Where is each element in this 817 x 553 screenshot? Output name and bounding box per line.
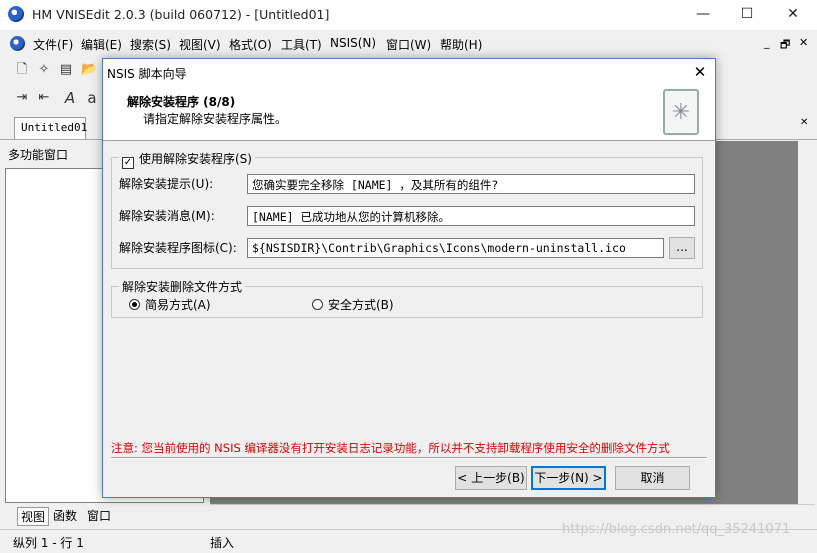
app-icon — [8, 6, 24, 22]
status-mode: 插入 — [210, 536, 235, 550]
mdi-doc-icon[interactable] — [10, 36, 25, 51]
radio-unselected-icon[interactable] — [312, 299, 323, 310]
prompt-label: 解除安装提示(U): — [119, 177, 214, 191]
radio-simple[interactable]: 简易方式(A) — [129, 296, 211, 313]
tab-close-icon[interactable]: ✕ — [800, 117, 808, 128]
next-button[interactable]: 下一步(N) > — [531, 466, 606, 490]
toolbar-format: ⇥ ⇤ A a — [0, 86, 102, 112]
indent-icon[interactable]: ⇥ — [14, 90, 30, 106]
mdi-minimize-button[interactable]: _ — [764, 36, 770, 49]
menu-edit[interactable]: 编辑(E) — [81, 36, 122, 53]
open-folder-icon[interactable]: 📂 — [81, 62, 97, 78]
template-icon[interactable]: ▤ — [58, 62, 74, 78]
menu-help[interactable]: 帮助(H) — [440, 36, 482, 53]
toolbar-standard: 🗋 ✧ ▤ 📂 — [0, 58, 102, 84]
checkbox-checked-icon[interactable]: ✓ — [122, 157, 134, 169]
vertical-scrollbar[interactable] — [798, 141, 815, 504]
panel-tab-view[interactable]: 视图 — [17, 507, 50, 526]
radio-safe-label: 安全方式(B) — [328, 298, 394, 312]
window-title: HM VNISEdit 2.0.3 (build 060712) - [Unti… — [32, 7, 330, 22]
wizard-icon[interactable]: ✧ — [36, 62, 52, 78]
step-subtitle: 请指定解除安装程序属性。 — [143, 112, 288, 126]
outdent-icon[interactable]: ⇤ — [36, 90, 52, 106]
back-button[interactable]: < 上一步(B) — [455, 466, 527, 490]
step-title: 解除安装程序 (8/8) — [127, 95, 236, 109]
status-position: 纵列 1 - 行 1 — [13, 536, 84, 550]
horizontal-scrollbar[interactable] — [210, 504, 815, 524]
mdi-restore-button[interactable]: 🗗 — [780, 36, 790, 55]
radio-selected-icon[interactable] — [129, 299, 140, 310]
panel-title: 多功能窗口 — [8, 148, 69, 162]
font-icon[interactable]: a — [84, 90, 100, 106]
use-uninstaller-label: 使用解除安装程序(S) — [139, 152, 252, 166]
panel-tab-windows[interactable]: 窗口 — [87, 507, 111, 524]
dialog-title: NSIS 脚本向导 — [107, 67, 187, 81]
panel-tabs: 视图 函数 窗口 — [5, 504, 204, 526]
browse-button[interactable]: ... — [669, 237, 695, 259]
new-file-icon[interactable]: 🗋 — [14, 62, 30, 78]
delete-method-legend: 解除安装删除文件方式 — [119, 278, 246, 295]
uninstall-prompt-field[interactable]: 您确实要完全移除 [NAME] ，及其所有的组件? — [247, 174, 695, 194]
warning-note: 注意: 您当前使用的 NSIS 编译器没有打开安装日志记录功能，所以并不支持卸载… — [111, 441, 670, 455]
icon-label: 解除安装程序图标(C): — [119, 241, 237, 255]
minimize-button[interactable]: — — [680, 0, 726, 30]
cancel-button[interactable]: 取消 — [615, 466, 690, 490]
button-separator — [111, 457, 707, 459]
italic-icon[interactable]: A — [62, 90, 78, 106]
mdi-close-button[interactable]: ✕ — [799, 36, 808, 49]
menu-window[interactable]: 窗口(W) — [386, 36, 431, 53]
menu-format[interactable]: 格式(O) — [229, 36, 272, 53]
close-button[interactable]: ✕ — [770, 0, 816, 30]
menu-nsis[interactable]: NSIS(N) — [330, 36, 376, 50]
uninstall-message-field[interactable]: [NAME] 已成功地从您的计算机移除。 — [247, 206, 695, 226]
menu-tools[interactable]: 工具(T) — [281, 36, 322, 53]
radio-simple-label: 简易方式(A) — [145, 298, 211, 312]
dialog-title-bar — [103, 59, 715, 85]
use-uninstaller-checkbox[interactable]: ✓ 使用解除安装程序(S) — [119, 150, 255, 169]
dialog-close-button[interactable]: ✕ — [687, 60, 713, 84]
wizard-dialog: NSIS 脚本向导 ✕ 解除安装程序 (8/8) 请指定解除安装程序属性。 ✳ … — [102, 58, 716, 498]
menu-file[interactable]: 文件(F) — [33, 36, 73, 53]
menu-view[interactable]: 视图(V) — [179, 36, 221, 53]
tab-untitled01[interactable]: Untitled01 — [14, 117, 87, 139]
uninstall-icon-field[interactable]: ${NSISDIR}\Contrib\Graphics\Icons\modern… — [247, 238, 664, 258]
menu-search[interactable]: 搜索(S) — [130, 36, 171, 53]
watermark: https://blog.csdn.net/qq_35241071 — [562, 522, 791, 537]
panel-tab-functions[interactable]: 函数 — [53, 507, 77, 524]
uninstaller-icon: ✳ — [663, 89, 699, 135]
maximize-button[interactable]: ☐ — [724, 0, 770, 30]
message-label: 解除安装消息(M): — [119, 209, 215, 223]
radio-safe[interactable]: 安全方式(B) — [312, 296, 394, 313]
